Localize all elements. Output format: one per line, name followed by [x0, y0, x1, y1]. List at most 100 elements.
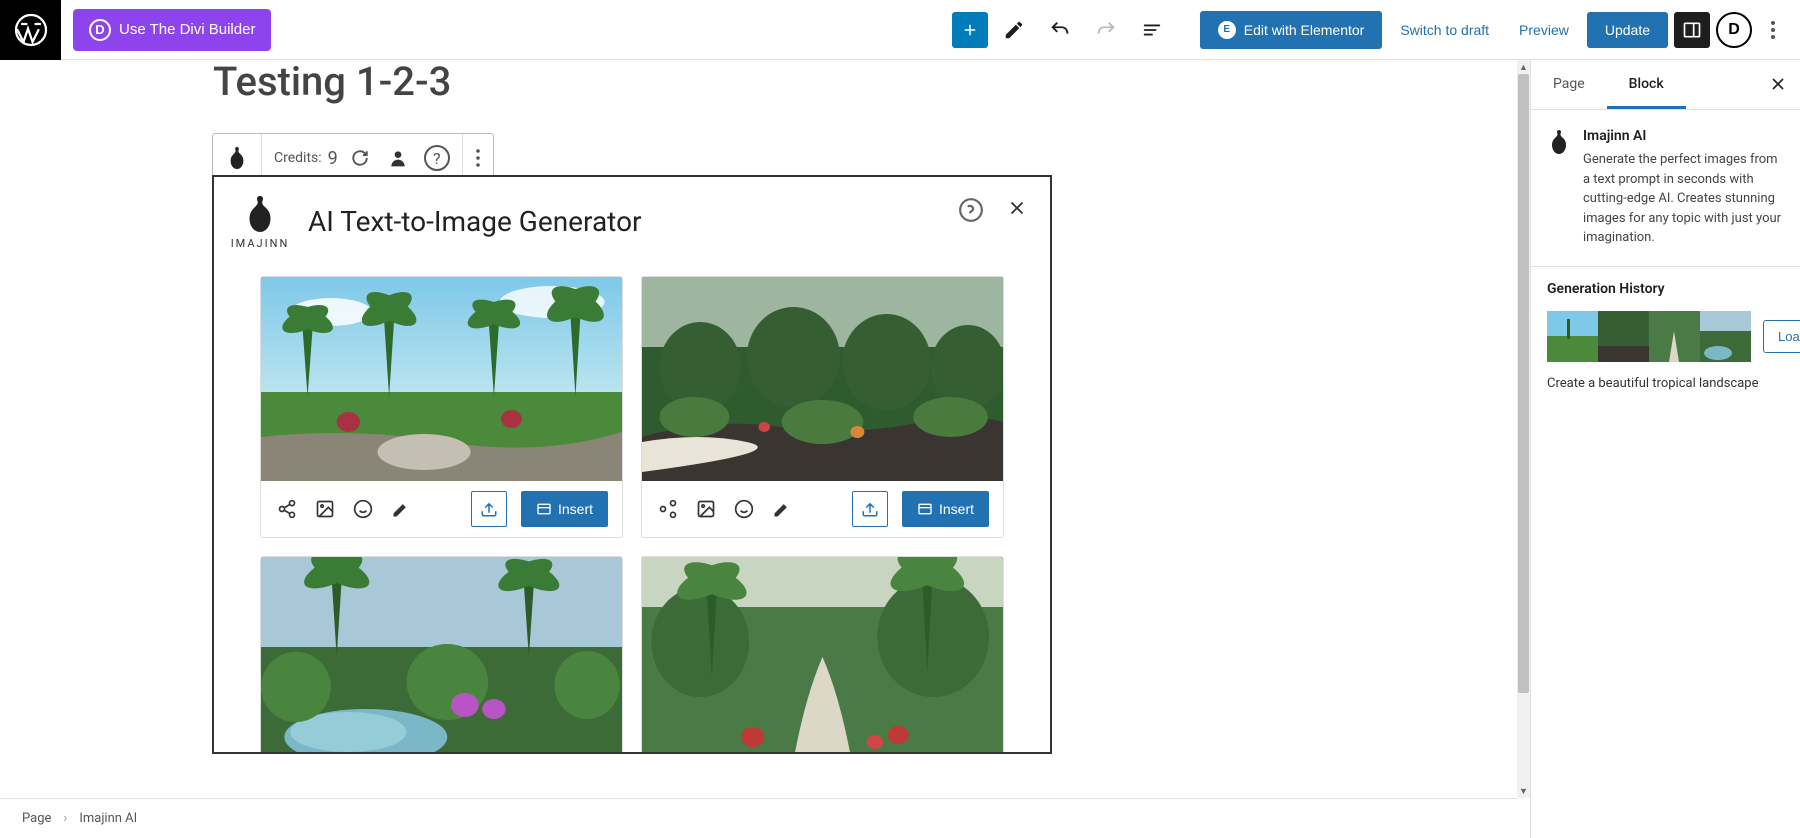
history-thumb[interactable]	[1700, 311, 1751, 362]
generated-image	[642, 277, 1003, 481]
insert-label: Insert	[939, 501, 974, 517]
refresh-credits-button[interactable]	[348, 149, 372, 167]
sidebar-icon	[1682, 20, 1702, 40]
generated-image-card	[641, 556, 1004, 754]
scroll-thumb[interactable]	[1518, 74, 1529, 693]
help-icon	[958, 197, 984, 223]
face-fix-button[interactable]	[732, 497, 756, 521]
imajinn-logo-icon	[241, 193, 279, 235]
sidebar-tabs: Page Block	[1531, 60, 1800, 110]
generation-history-title: Generation History	[1547, 281, 1784, 297]
variations-button[interactable]	[694, 497, 718, 521]
edit-with-elementor-button[interactable]: E Edit with Elementor	[1200, 11, 1383, 49]
settings-sidebar-toggle[interactable]	[1674, 12, 1710, 48]
account-button[interactable]	[386, 148, 410, 168]
editor-scrollbar[interactable]: ▲ ▼	[1517, 60, 1530, 798]
settings-sidebar: Page Block Imajinn AI Generate the perfe…	[1530, 60, 1800, 838]
insert-image-button[interactable]: Insert	[521, 491, 608, 527]
generated-image	[261, 557, 622, 754]
document-overview-button[interactable]	[1132, 10, 1172, 50]
scroll-down-arrow[interactable]: ▼	[1517, 784, 1530, 798]
elementor-icon: E	[1218, 21, 1236, 39]
share-button[interactable]	[656, 497, 680, 521]
image-card-actions: Insert	[261, 481, 622, 537]
history-thumb[interactable]	[1649, 311, 1700, 362]
insert-image-button[interactable]: Insert	[902, 491, 989, 527]
switch-to-draft-button[interactable]: Switch to draft	[1388, 14, 1501, 46]
generated-image-card	[260, 556, 623, 754]
imajinn-block-icon	[225, 145, 249, 171]
breadcrumb-root[interactable]: Page	[22, 811, 51, 826]
touchup-button[interactable]	[770, 497, 794, 521]
use-divi-builder-button[interactable]: D Use The Divi Builder	[73, 9, 271, 51]
save-to-media-button[interactable]	[471, 491, 507, 527]
save-to-media-button[interactable]	[852, 491, 888, 527]
generation-history-panel: Generation History Load Create a beautif…	[1531, 267, 1800, 405]
edit-mode-button[interactable]	[994, 10, 1034, 50]
history-prompt-text: Create a beautiful tropical landscape	[1547, 376, 1784, 391]
history-thumb[interactable]	[1547, 311, 1598, 362]
variations-button[interactable]	[313, 497, 337, 521]
panel-help-button[interactable]	[958, 197, 984, 223]
tab-page[interactable]: Page	[1531, 60, 1607, 109]
page-title[interactable]: Testing 1-2-3	[213, 60, 451, 105]
breadcrumb-separator: ›	[63, 811, 67, 826]
admin-top-bar: D Use The Divi Builder E Edit with Eleme…	[0, 0, 1800, 60]
imajinn-logo: IMAJINN	[230, 193, 290, 250]
wordpress-logo[interactable]	[0, 0, 61, 60]
panel-header: IMAJINN AI Text-to-Image Generator	[214, 177, 1050, 258]
add-block-button[interactable]	[952, 12, 988, 48]
block-breadcrumb: Page › Imajinn AI	[0, 798, 1517, 838]
redo-button[interactable]	[1086, 10, 1126, 50]
share-button[interactable]	[275, 497, 299, 521]
panel-close-button[interactable]	[1006, 197, 1028, 219]
more-options-button[interactable]	[1758, 12, 1788, 48]
divi-button-label: Use The Divi Builder	[119, 21, 255, 38]
plus-icon	[961, 21, 979, 39]
block-info-panel: Imajinn AI Generate the perfect images f…	[1531, 110, 1800, 267]
scroll-up-arrow[interactable]: ▲	[1517, 60, 1530, 74]
load-history-button[interactable]: Load	[1763, 320, 1800, 353]
preview-button[interactable]: Preview	[1507, 14, 1581, 46]
close-icon	[1006, 197, 1028, 219]
tab-block[interactable]: Block	[1607, 60, 1686, 109]
undo-icon	[1049, 19, 1071, 41]
block-info-title: Imajinn AI	[1583, 128, 1784, 144]
generated-image-card: Insert	[260, 276, 623, 538]
touchup-button[interactable]	[389, 497, 413, 521]
redo-icon	[1095, 19, 1117, 41]
update-button[interactable]: Update	[1587, 12, 1668, 48]
history-thumb[interactable]	[1598, 311, 1649, 362]
divi-settings-button[interactable]: D	[1716, 12, 1752, 48]
generated-image	[261, 277, 622, 481]
insert-label: Insert	[558, 501, 593, 517]
generated-image	[642, 557, 1003, 754]
breadcrumb-current: Imajinn AI	[79, 811, 137, 826]
help-icon: ?	[424, 145, 450, 171]
panel-title: AI Text-to-Image Generator	[308, 205, 642, 238]
block-info-icon	[1547, 128, 1571, 248]
pencil-icon	[1003, 19, 1025, 41]
editor-canvas: Testing 1-2-3 Credits: 9 ?	[0, 60, 1517, 798]
imajinn-ai-panel: IMAJINN AI Text-to-Image Generator	[212, 175, 1052, 754]
generated-image-card: Insert	[641, 276, 1004, 538]
undo-button[interactable]	[1040, 10, 1080, 50]
help-button[interactable]: ?	[424, 145, 450, 171]
history-entry: Load	[1547, 311, 1784, 362]
topbar-left: D Use The Divi Builder	[0, 0, 271, 59]
kebab-icon	[1770, 19, 1776, 41]
face-fix-button[interactable]	[351, 497, 375, 521]
divi-icon: D	[89, 19, 111, 41]
block-info-description: Generate the perfect images from a text …	[1583, 150, 1784, 248]
list-icon	[1141, 19, 1163, 41]
close-icon	[1768, 74, 1788, 94]
history-thumbnails	[1547, 311, 1751, 362]
elementor-button-label: Edit with Elementor	[1244, 22, 1365, 38]
credits-label: Credits:	[274, 150, 322, 166]
sidebar-close-button[interactable]	[1768, 74, 1788, 94]
wordpress-icon	[13, 12, 49, 48]
topbar-right: E Edit with Elementor Switch to draft Pr…	[952, 10, 1800, 50]
kebab-icon	[475, 147, 481, 169]
image-card-actions: Insert	[642, 481, 1003, 537]
credits-value: 9	[328, 148, 338, 169]
